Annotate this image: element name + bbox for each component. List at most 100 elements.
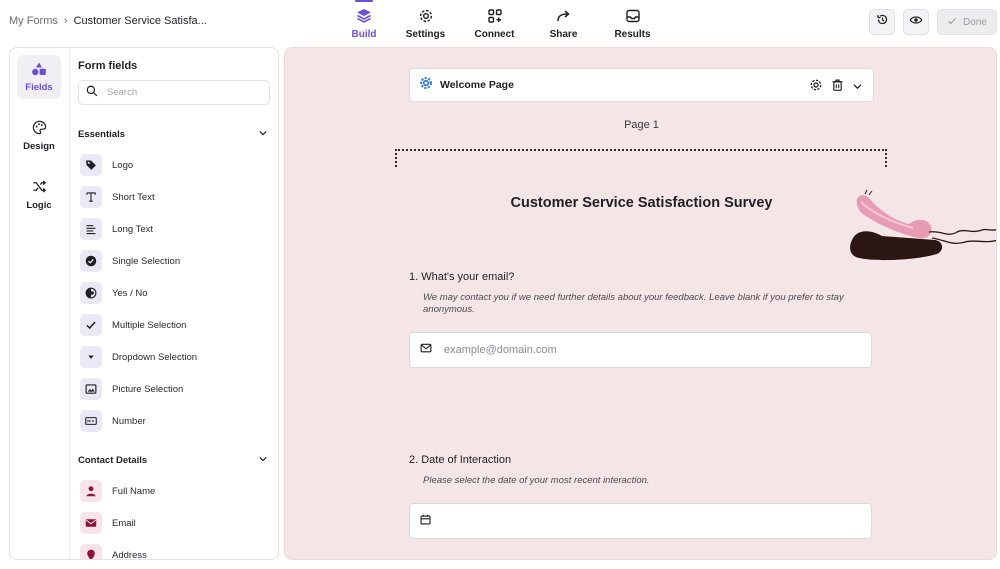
layers-icon bbox=[355, 7, 373, 25]
page-bar-label: Welcome Page bbox=[440, 79, 514, 91]
caret-down-icon bbox=[80, 346, 102, 368]
email-answer-field[interactable] bbox=[409, 332, 872, 368]
field-label: Number bbox=[112, 415, 146, 427]
field-label: Multiple Selection bbox=[112, 319, 187, 331]
person-icon bbox=[80, 480, 102, 502]
rail-design[interactable]: Design bbox=[17, 114, 61, 158]
field-label: Yes / No bbox=[112, 287, 148, 299]
essentials-section-header[interactable]: Essentials bbox=[78, 128, 268, 141]
inbox-icon bbox=[624, 7, 642, 25]
palette-icon bbox=[32, 120, 47, 138]
field-long-text[interactable]: Long Text bbox=[80, 218, 153, 240]
field-label: Long Text bbox=[112, 223, 154, 235]
share-arrow-icon bbox=[555, 7, 573, 25]
tab-connect[interactable]: Connect bbox=[460, 0, 529, 44]
essentials-heading: Essentials bbox=[78, 129, 125, 140]
question-2-description: Please select the date of your most rece… bbox=[423, 475, 650, 486]
left-panel: Fields Design Logic Form fields Essentia… bbox=[9, 47, 279, 560]
tab-share[interactable]: Share bbox=[529, 0, 598, 44]
history-icon bbox=[876, 13, 889, 31]
field-label: Address bbox=[112, 549, 147, 560]
preview-button[interactable] bbox=[903, 9, 929, 35]
shapes-icon bbox=[31, 62, 47, 79]
page-settings-gear-icon[interactable] bbox=[809, 78, 823, 97]
tab-share-label: Share bbox=[549, 29, 578, 40]
main-nav-tabs: Build Settings Connect Share Results bbox=[337, 0, 667, 44]
rail-design-label: Design bbox=[23, 141, 55, 152]
question-2-label[interactable]: 2. Date of Interaction bbox=[409, 454, 511, 466]
envelope-icon bbox=[80, 512, 102, 534]
form-canvas: Welcome Page Page 1 Customer Service Sat… bbox=[284, 47, 997, 560]
header-actions: Done bbox=[869, 9, 997, 35]
field-picture-selection[interactable]: Picture Selection bbox=[80, 378, 183, 400]
chevron-down-icon[interactable] bbox=[852, 79, 863, 97]
field-label: Logo bbox=[112, 159, 134, 171]
rail-logic-label: Logic bbox=[26, 200, 52, 211]
question-1-description: We may contact you if we need further de… bbox=[423, 292, 844, 315]
rail-fields-label: Fields bbox=[25, 81, 53, 93]
question-1-label[interactable]: 1. What's your email? bbox=[409, 271, 514, 283]
welcome-page-bar[interactable]: Welcome Page bbox=[409, 68, 874, 102]
field-yes-no[interactable]: Yes / No bbox=[80, 282, 148, 304]
done-button[interactable]: Done bbox=[937, 9, 997, 35]
shuffle-icon bbox=[32, 179, 47, 197]
field-label: Email bbox=[112, 517, 136, 529]
field-label: Dropdown Selection bbox=[112, 351, 198, 363]
field-short-text[interactable]: Short Text bbox=[80, 186, 155, 208]
date-answer-field[interactable] bbox=[409, 503, 872, 539]
number-input-icon bbox=[80, 410, 102, 432]
field-label: Full Name bbox=[112, 485, 156, 497]
telephone-illustration bbox=[847, 188, 996, 273]
tab-connect-label: Connect bbox=[474, 29, 515, 40]
field-label: Picture Selection bbox=[112, 383, 184, 395]
envelope-icon bbox=[420, 341, 432, 359]
rail-fields[interactable]: Fields bbox=[17, 55, 61, 99]
contact-section-header[interactable]: Contact Details bbox=[78, 454, 268, 467]
email-input[interactable] bbox=[444, 344, 844, 356]
field-dropdown-selection[interactable]: Dropdown Selection bbox=[80, 346, 197, 368]
chevron-down-icon bbox=[258, 454, 268, 467]
field-multiple-selection[interactable]: Multiple Selection bbox=[80, 314, 186, 336]
calendar-icon bbox=[420, 512, 431, 530]
tab-build[interactable]: Build bbox=[337, 0, 391, 44]
tab-settings-label: Settings bbox=[405, 29, 446, 40]
breadcrumb-current-form: Customer Service Satisfa... bbox=[73, 15, 207, 27]
field-number[interactable]: Number bbox=[80, 410, 146, 432]
field-logo[interactable]: Logo bbox=[80, 154, 133, 176]
rail-logic[interactable]: Logic bbox=[17, 173, 61, 217]
done-label: Done bbox=[963, 16, 987, 28]
tab-results-label: Results bbox=[614, 29, 651, 40]
paragraph-icon bbox=[80, 218, 102, 240]
trash-icon[interactable] bbox=[831, 78, 844, 97]
search-input[interactable] bbox=[107, 87, 257, 98]
field-email[interactable]: Email bbox=[80, 512, 136, 534]
field-full-name[interactable]: Full Name bbox=[80, 480, 155, 502]
search-field[interactable] bbox=[78, 80, 270, 105]
tab-results[interactable]: Results bbox=[598, 0, 667, 44]
history-button[interactable] bbox=[869, 9, 895, 35]
tab-build-label: Build bbox=[351, 29, 377, 40]
breadcrumb: My Forms › Customer Service Satisfa... bbox=[9, 15, 207, 27]
image-icon bbox=[80, 378, 102, 400]
field-single-selection[interactable]: Single Selection bbox=[80, 250, 180, 272]
apps-plus-icon bbox=[486, 7, 504, 25]
form-fields-panel: Form fields Essentials Logo Short Text L… bbox=[70, 48, 278, 559]
gear-icon bbox=[419, 76, 433, 95]
top-bar: My Forms › Customer Service Satisfa... B… bbox=[0, 0, 1000, 44]
breadcrumb-my-forms[interactable]: My Forms bbox=[9, 15, 58, 27]
field-label: Short Text bbox=[112, 191, 155, 203]
field-address[interactable]: Address bbox=[80, 544, 147, 559]
tag-icon bbox=[80, 154, 102, 176]
panel-title: Form fields bbox=[78, 60, 138, 72]
location-pin-icon bbox=[80, 544, 102, 559]
eye-icon bbox=[909, 13, 923, 32]
check-icon bbox=[947, 16, 957, 29]
date-input[interactable] bbox=[443, 515, 843, 527]
tab-settings[interactable]: Settings bbox=[391, 0, 460, 44]
field-label: Single Selection bbox=[112, 255, 181, 267]
page-bar-actions bbox=[809, 78, 863, 97]
side-rail: Fields Design Logic bbox=[10, 48, 70, 559]
checkmark-icon bbox=[80, 314, 102, 336]
page-number: Page 1 bbox=[624, 119, 659, 131]
half-circle-icon bbox=[80, 282, 102, 304]
